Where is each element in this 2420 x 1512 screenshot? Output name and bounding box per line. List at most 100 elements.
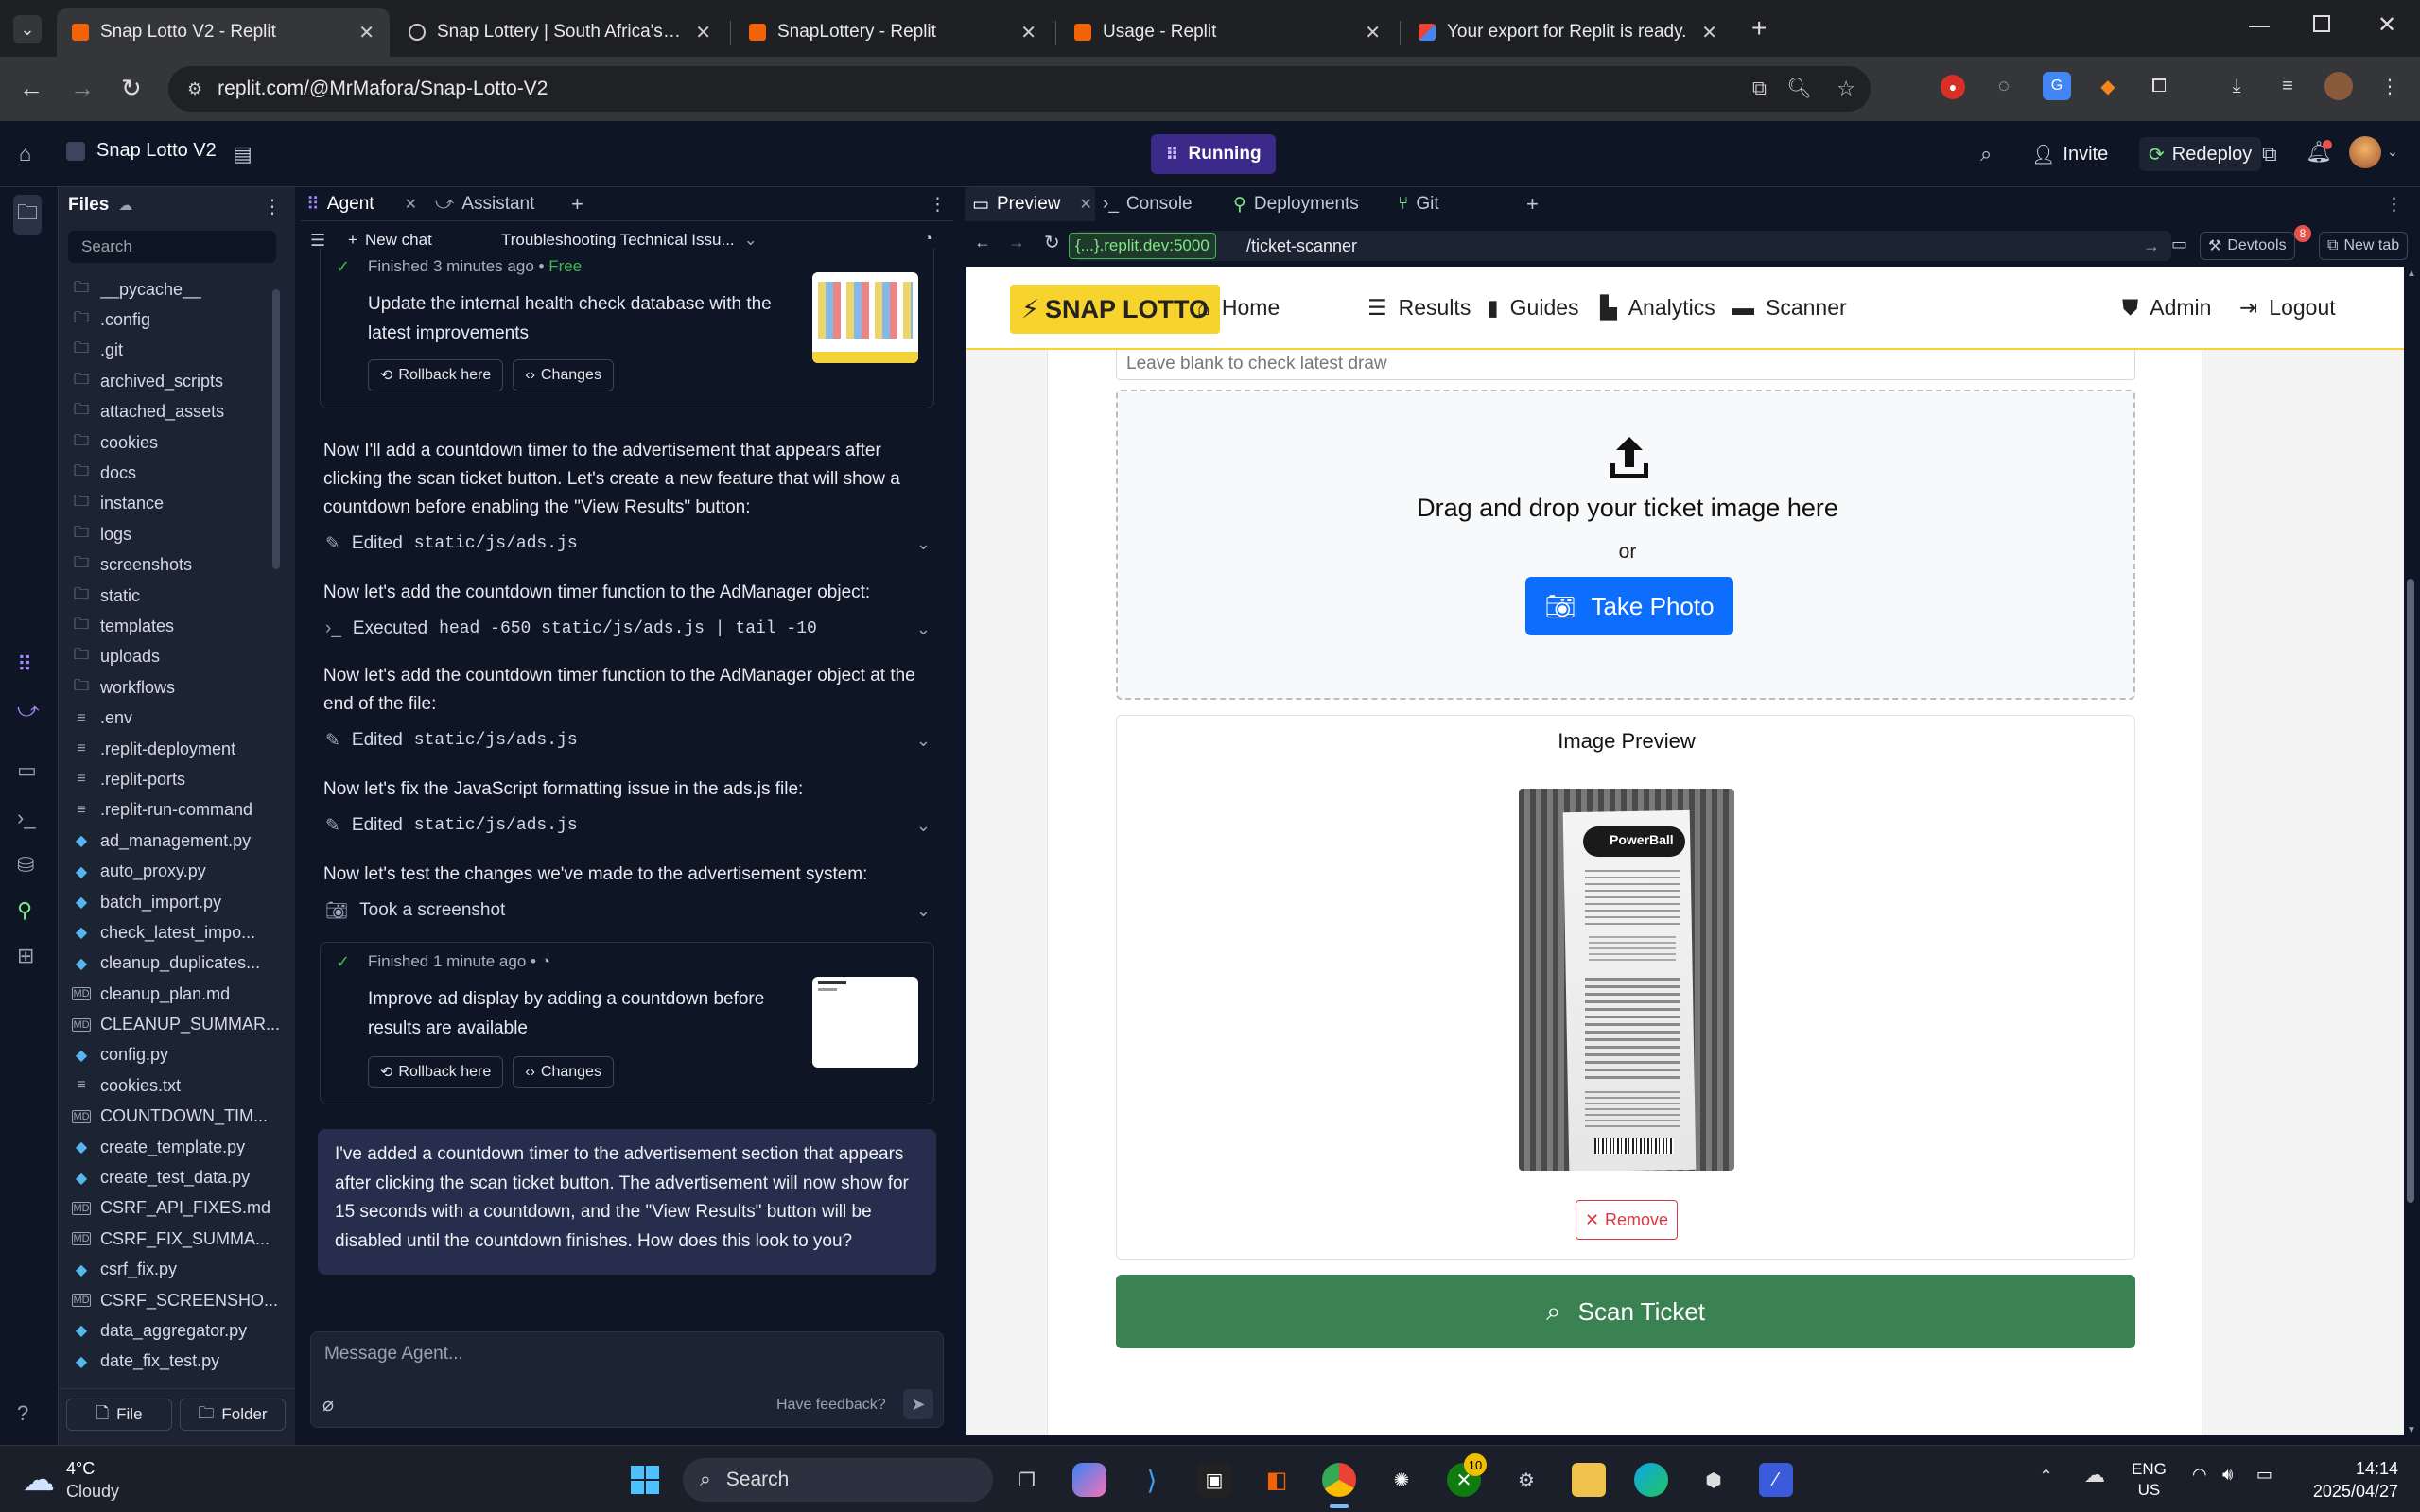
checkpoint-screenshot-thumbnail[interactable] [812, 272, 918, 363]
close-icon[interactable]: ✕ [695, 21, 711, 44]
close-icon[interactable]: ✕ [1020, 21, 1036, 44]
window-close-icon[interactable]: ✕ [2377, 11, 2396, 39]
send-button[interactable]: ➤ [903, 1389, 933, 1419]
extension-shield-icon[interactable]: ● [1941, 75, 1965, 99]
browser-tab-snap-lotto-v2[interactable]: Snap Lotto V2 - Replit ✕ [57, 8, 390, 57]
metamask-icon[interactable]: ◆ [2094, 72, 2122, 100]
tab-git[interactable]: ⑂ Git [1398, 187, 1439, 221]
close-icon[interactable]: ✕ [358, 21, 374, 44]
close-icon[interactable]: ✕ [1365, 21, 1381, 44]
file-item[interactable]: ≡ cookies.txt [72, 1070, 282, 1101]
file-item[interactable]: MD CSRF_API_FIXES.md [72, 1193, 282, 1224]
folder-item[interactable]: 🗀 archived_scripts [72, 366, 282, 396]
file-item[interactable]: ◆ create_test_data.py [72, 1162, 282, 1192]
browser-tab-usage-replit[interactable]: Usage - Replit ✕ [1059, 8, 1396, 57]
new-file-button[interactable]: 🗋 File [66, 1399, 172, 1431]
back-icon[interactable]: ← [974, 233, 991, 252]
help-icon[interactable]: ? [17, 1401, 28, 1426]
onedrive-icon[interactable]: ☁ [2084, 1463, 2105, 1487]
tab-console[interactable]: ›_ Console [1103, 187, 1193, 221]
forward-icon[interactable]: → [1008, 233, 1025, 252]
action-edited-ads-js[interactable]: ✎ Edited static/js/ads.js ⌄ [325, 726, 931, 755]
nav-home[interactable]: ⌂ Home [1197, 295, 1280, 321]
language-indicator[interactable]: ENG US [2132, 1459, 2167, 1501]
user-avatar[interactable] [2349, 136, 2381, 168]
files-search-input[interactable]: Search [68, 231, 276, 263]
browser-menu-icon[interactable]: ⋮ [2376, 72, 2404, 100]
site-brand[interactable]: ⚡ SNAP LOTTO [1010, 285, 1220, 334]
reload-icon[interactable]: ↻ [121, 74, 142, 103]
folder-item[interactable]: 🗀 static [72, 581, 282, 611]
openai-icon[interactable]: ✺ [1384, 1463, 1419, 1497]
home-icon[interactable]: ⌂ [19, 142, 31, 166]
action-edited-ads-js[interactable]: ✎ Edited static/js/ads.js ⌄ [325, 530, 931, 558]
file-item[interactable]: ◆ create_template.py [72, 1132, 282, 1162]
new-chat-button[interactable]: + New chat [348, 231, 432, 250]
file-item[interactable]: ≡ .replit-ports [72, 764, 282, 794]
zoom-icon[interactable]: 🔍︎ [1786, 78, 1812, 100]
folder-item[interactable]: 🗀 templates [72, 611, 282, 641]
file-item[interactable]: ◆ auto_proxy.py [72, 856, 282, 886]
tab-preview[interactable]: ▭ Preview ✕ [972, 187, 1092, 221]
agent-tool-icon[interactable]: ⠿ [17, 652, 32, 677]
action-executed-command[interactable]: ›_ Executed head -650 static/js/ads.js |… [325, 615, 931, 643]
translate-icon[interactable]: G [2043, 72, 2071, 100]
ticket-dropzone[interactable]: Drag and drop your ticket image here or … [1116, 390, 2135, 700]
omnibox[interactable]: ⚙ replit.com/@MrMafora/Snap-Lotto-V2 ⧉ 🔍… [168, 66, 1871, 112]
new-tab-icon[interactable]: + [1751, 13, 1767, 43]
chevron-down-icon[interactable]: ⌄ [2387, 144, 2398, 160]
system-clock[interactable]: 14:14 2025/04/27 [2294, 1457, 2398, 1503]
changes-button[interactable]: ‹› Changes [513, 359, 614, 391]
devtools-button[interactable]: ⚒ Devtools [2200, 232, 2295, 260]
open-external-icon[interactable]: ⧉ [2262, 142, 2277, 166]
folder-item[interactable]: 🗀 .git [72, 336, 282, 366]
forward-icon[interactable]: → [70, 74, 95, 103]
nav-guides[interactable]: ▮ Guides [1487, 295, 1579, 321]
action-screenshot[interactable]: 📷︎ Took a screenshot ⌄ [325, 896, 931, 925]
app-icon[interactable]: ▣ [1197, 1463, 1231, 1497]
nav-analytics[interactable]: ▙ Analytics [1600, 295, 1715, 321]
console-tool-icon[interactable]: ›_ [17, 806, 36, 830]
file-item[interactable]: MD CSRF_SCREENSHO... [72, 1285, 282, 1315]
close-icon[interactable]: ✕ [1701, 21, 1717, 44]
file-item[interactable]: ◆ csrf_fix.py [72, 1255, 282, 1285]
tray-chevron-icon[interactable]: ⌃ [2039, 1467, 2053, 1486]
project-title[interactable]: Snap Lotto V2 [66, 140, 217, 162]
preview-url-input[interactable]: {...}.replit.dev:5000 /ticket-scanner → [1069, 231, 2171, 261]
back-icon[interactable]: ← [19, 74, 44, 103]
browser-tab-gmail-export[interactable]: Your export for Replit is ready. ✕ [1403, 8, 1732, 57]
run-status-button[interactable]: ⠿ Running [1151, 134, 1276, 174]
preview-tool-icon[interactable]: ▭ [17, 758, 37, 783]
changes-button[interactable]: ‹› Changes [513, 1056, 614, 1088]
install-icon[interactable]: ⧉ [1752, 78, 1767, 100]
file-item[interactable]: ◆ batch_import.py [72, 887, 282, 917]
site-info-icon[interactable]: ⚙ [187, 79, 202, 99]
file-item[interactable]: ≡ .replit-run-command [72, 795, 282, 826]
extensions-puzzle-icon[interactable]: ⧠ [2145, 72, 2173, 100]
draw-number-input[interactable]: Leave blank to check latest draw [1116, 350, 2135, 380]
tab-search-button[interactable]: ⌄ [13, 15, 42, 43]
attach-icon[interactable]: ⌀ [322, 1393, 334, 1416]
download-icon[interactable]: ⤓ [2222, 72, 2251, 100]
deployments-tool-icon[interactable]: ⚲ [17, 898, 32, 923]
nav-scanner[interactable]: ▬ Scanner [1732, 295, 1847, 321]
unity-icon[interactable]: ⬢ [1697, 1463, 1731, 1497]
folder-item[interactable]: 🗀 docs [72, 458, 282, 488]
wifi-icon[interactable]: ◠ [2192, 1465, 2207, 1485]
chrome-icon[interactable] [1322, 1463, 1356, 1497]
taskbar-search[interactable]: ⌕ Search [683, 1458, 993, 1502]
new-tab-button[interactable]: ⧉ New tab [2319, 232, 2409, 260]
project-settings-icon[interactable]: ▤ [233, 142, 252, 166]
feedback-link[interactable]: Have feedback? [776, 1397, 886, 1414]
file-item[interactable]: MD COUNTDOWN_TIM... [72, 1102, 282, 1132]
folder-item[interactable]: 🗀 attached_assets [72, 397, 282, 427]
reload-icon[interactable]: ↻ [1044, 231, 1060, 254]
bookmark-star-icon[interactable]: ☆ [1837, 77, 1855, 101]
nav-results[interactable]: ☰ Results [1367, 295, 1471, 321]
folder-item[interactable]: 🗀 screenshots [72, 550, 282, 581]
preview-scrollbar[interactable]: ▲ ▼ [2405, 267, 2416, 1435]
tab-agent[interactable]: ⠿ Agent ✕ [306, 187, 417, 221]
file-item[interactable]: ≡ .env [72, 703, 282, 733]
edge-icon[interactable] [1634, 1463, 1668, 1497]
nav-logout[interactable]: ⇥ Logout [2239, 295, 2336, 321]
